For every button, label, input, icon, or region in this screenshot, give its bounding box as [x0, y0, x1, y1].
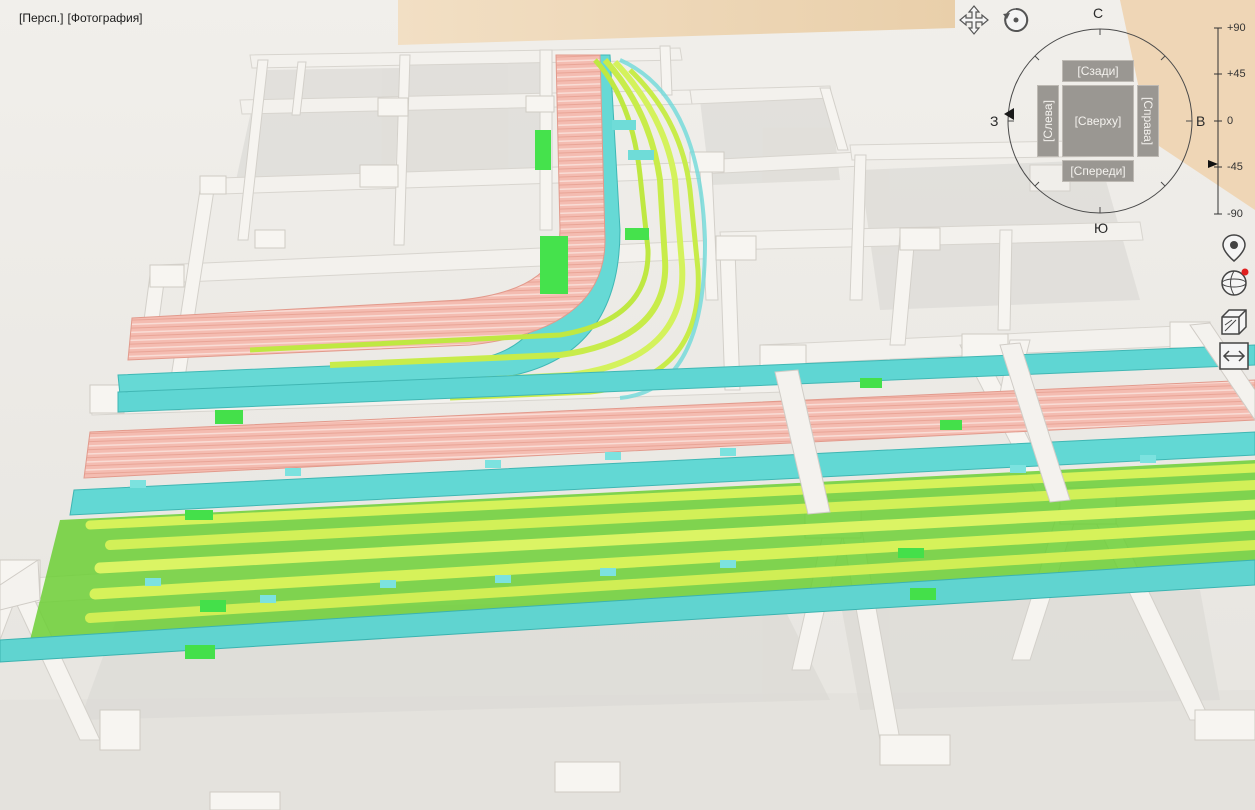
move-arrows-icon[interactable]	[958, 4, 990, 36]
viewcube-back[interactable]: [Сзади]	[1062, 60, 1134, 82]
west-pointer-icon	[1004, 108, 1014, 120]
tilt-label-m90: -90	[1227, 208, 1243, 220]
viewcube-front[interactable]: [Спереди]	[1062, 160, 1134, 182]
compass-west[interactable]: З	[990, 113, 998, 129]
globe-icon[interactable]	[1218, 266, 1250, 298]
visual-style-menu[interactable]: [Фотография]	[67, 11, 142, 25]
compass-south[interactable]: Ю	[1094, 220, 1108, 236]
compass-east[interactable]: В	[1196, 113, 1205, 129]
viewcube-right[interactable]: [Справа]	[1137, 85, 1159, 157]
tilt-label-m45: -45	[1227, 161, 1243, 173]
measure-arrows-icon[interactable]	[1218, 340, 1250, 372]
tilt-label-zero: 0	[1227, 115, 1234, 127]
viewcube-top[interactable]: [Сверху]	[1062, 85, 1134, 157]
tilt-label-p45: +45	[1227, 68, 1246, 80]
projection-menu[interactable]: [Персп.]	[19, 11, 63, 25]
tilt-label-p90: +90	[1227, 22, 1246, 34]
compass-north[interactable]: С	[1093, 5, 1103, 21]
location-pin-icon[interactable]	[1218, 232, 1250, 264]
viewport-label: [Персп.] [Фотография]	[19, 11, 143, 25]
viewcube-left[interactable]: [Слева]	[1037, 85, 1059, 157]
section-box-icon[interactable]	[1218, 306, 1250, 338]
tilt-scale[interactable]	[1208, 22, 1228, 222]
